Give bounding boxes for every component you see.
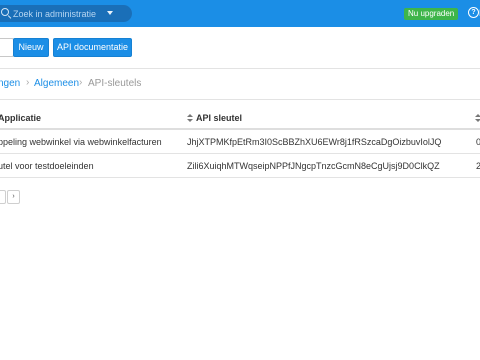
new-button[interactable]: Nieuw [13, 38, 49, 57]
breadcrumb-item-settings[interactable]: ngen [0, 78, 20, 89]
help-icon[interactable]: ? [468, 7, 479, 18]
search-icon [1, 8, 9, 16]
breadcrumb: ngen › Algemeen › API-sleutels [0, 69, 480, 100]
table-row[interactable]: ppeling webwinkel via webwinkelfacturen … [0, 130, 480, 154]
breadcrumb-separator: › [79, 77, 83, 88]
table-header: Applicatie API sleutel [0, 109, 480, 130]
breadcrumb-separator: › [26, 77, 30, 88]
upgrade-button[interactable]: Nu upgraden [404, 8, 459, 20]
toolbar: Nieuw API documentatie [0, 27, 480, 69]
sort-icon[interactable] [187, 114, 193, 123]
chevron-down-icon[interactable] [107, 11, 113, 15]
column-header-application[interactable]: Applicatie [0, 113, 41, 123]
breadcrumb-item-general[interactable]: Algemeen [34, 78, 79, 89]
column-header-api-key[interactable]: API sleutel [196, 113, 242, 123]
pager-previous-button[interactable] [0, 190, 6, 204]
application-cell: ppeling webwinkel via webwinkelfacturen [0, 137, 162, 147]
top-bar: Nu upgraden ? H [0, 0, 480, 27]
extra-cell: 2 [476, 161, 480, 171]
table-row[interactable]: utel voor testdoeleinden Zili6XuiqhMTWqs… [0, 154, 480, 178]
pager-next-button[interactable]: › [7, 190, 20, 204]
api-key-cell: Zili6XuiqhMTWqseipNPPfJNgcpTnzcGcmN8eCgU… [187, 161, 440, 171]
application-cell: utel voor testdoeleinden [0, 161, 94, 171]
partial-button[interactable] [0, 38, 14, 57]
search-box[interactable] [0, 5, 132, 22]
breadcrumb-item-api-keys: API-sleutels [88, 78, 142, 89]
api-key-cell: JhjXTPMKfpEtRm3I0ScBBZhXU6EWr8j1fRSzcaDg… [187, 137, 442, 147]
sort-icon[interactable] [475, 114, 480, 123]
extra-cell: 0 [476, 137, 480, 147]
search-input[interactable] [13, 6, 103, 21]
api-documentation-button[interactable]: API documentatie [53, 38, 132, 57]
